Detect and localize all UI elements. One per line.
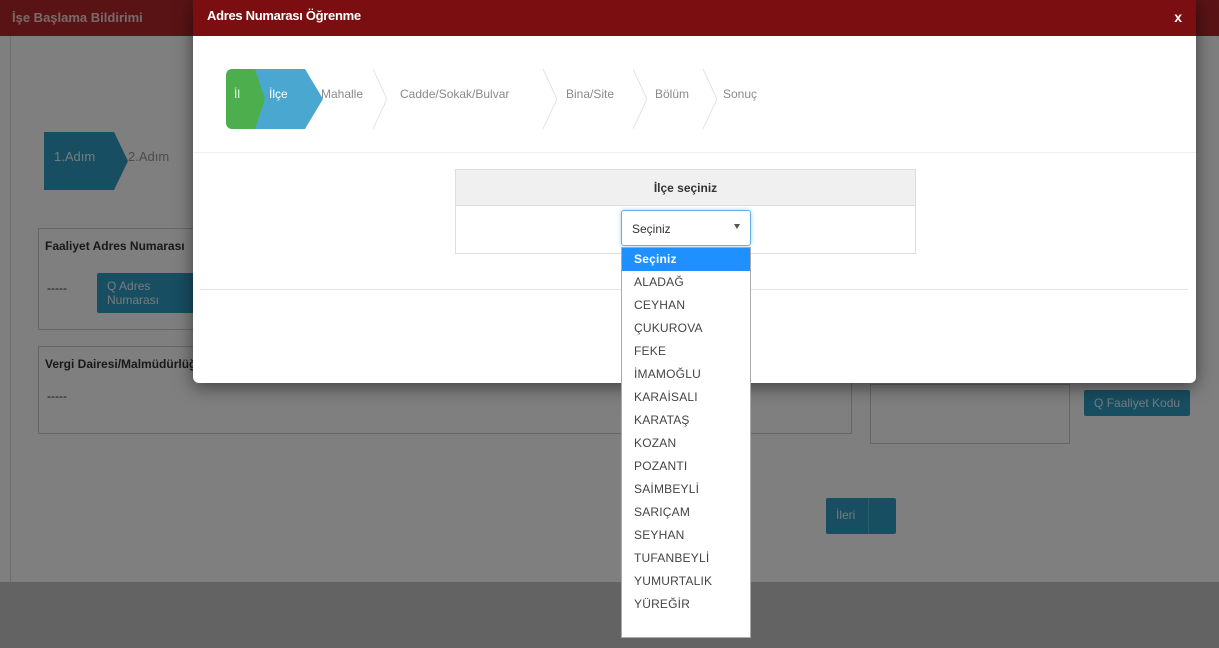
wizard-separator-3 (633, 69, 647, 129)
wizard-step-sonuc[interactable]: Sonuç (723, 87, 757, 101)
wizard-step-ilce[interactable]: İlçe (255, 69, 323, 129)
dropdown-option[interactable]: FEKE (622, 340, 750, 363)
close-button[interactable]: x (1174, 9, 1182, 25)
ilce-select[interactable]: Seçiniz (621, 210, 751, 246)
modal-title: Adres Numarası Öğrenme (207, 8, 361, 23)
dropdown-option[interactable]: İMAMOĞLU (622, 363, 750, 386)
wizard-step-mahalle[interactable]: Mahalle (321, 87, 363, 101)
dropdown-option[interactable]: KOZAN (622, 432, 750, 455)
dropdown-option[interactable]: POZANTI (622, 455, 750, 478)
wizard-step-bolum[interactable]: Bölüm (655, 87, 689, 101)
ilce-panel-title: İlçe seçiniz (456, 170, 915, 206)
dropdown-option[interactable]: KARATAŞ (622, 409, 750, 432)
wizard-step-bina[interactable]: Bina/Site (566, 87, 614, 101)
wizard-separator-4 (703, 69, 717, 129)
caret-down-icon (734, 224, 740, 229)
wizard-step-cadde[interactable]: Cadde/Sokak/Bulvar (400, 87, 509, 101)
dropdown-option[interactable]: SAİMBEYLİ (622, 478, 750, 501)
wizard-separator-1 (373, 69, 387, 129)
dropdown-option[interactable]: SEYHAN (622, 524, 750, 547)
dropdown-option[interactable]: TUFANBEYLİ (622, 547, 750, 570)
dropdown-option[interactable]: CEYHAN (622, 294, 750, 317)
dropdown-option[interactable]: KARAİSALI (622, 386, 750, 409)
dropdown-option[interactable]: YUMURTALIK (622, 570, 750, 593)
modal-header: Adres Numarası Öğrenme x (193, 0, 1196, 36)
address-wizard: İl İlçe Mahalle Cadde/Sokak/Bulvar Bina/… (193, 36, 1196, 152)
dropdown-option[interactable]: Seçiniz (622, 248, 750, 271)
dropdown-option[interactable]: SARIÇAM (622, 501, 750, 524)
dropdown-option[interactable]: ÇUKUROVA (622, 317, 750, 340)
ilce-dropdown-list: Seçiniz ALADAĞ CEYHAN ÇUKUROVA FEKE İMAM… (621, 247, 751, 638)
dropdown-option[interactable]: ALADAĞ (622, 271, 750, 294)
wizard-separator-2 (543, 69, 557, 129)
dropdown-option[interactable]: YÜREĞİR (622, 593, 750, 616)
ilce-select-value: Seçiniz (632, 222, 671, 236)
